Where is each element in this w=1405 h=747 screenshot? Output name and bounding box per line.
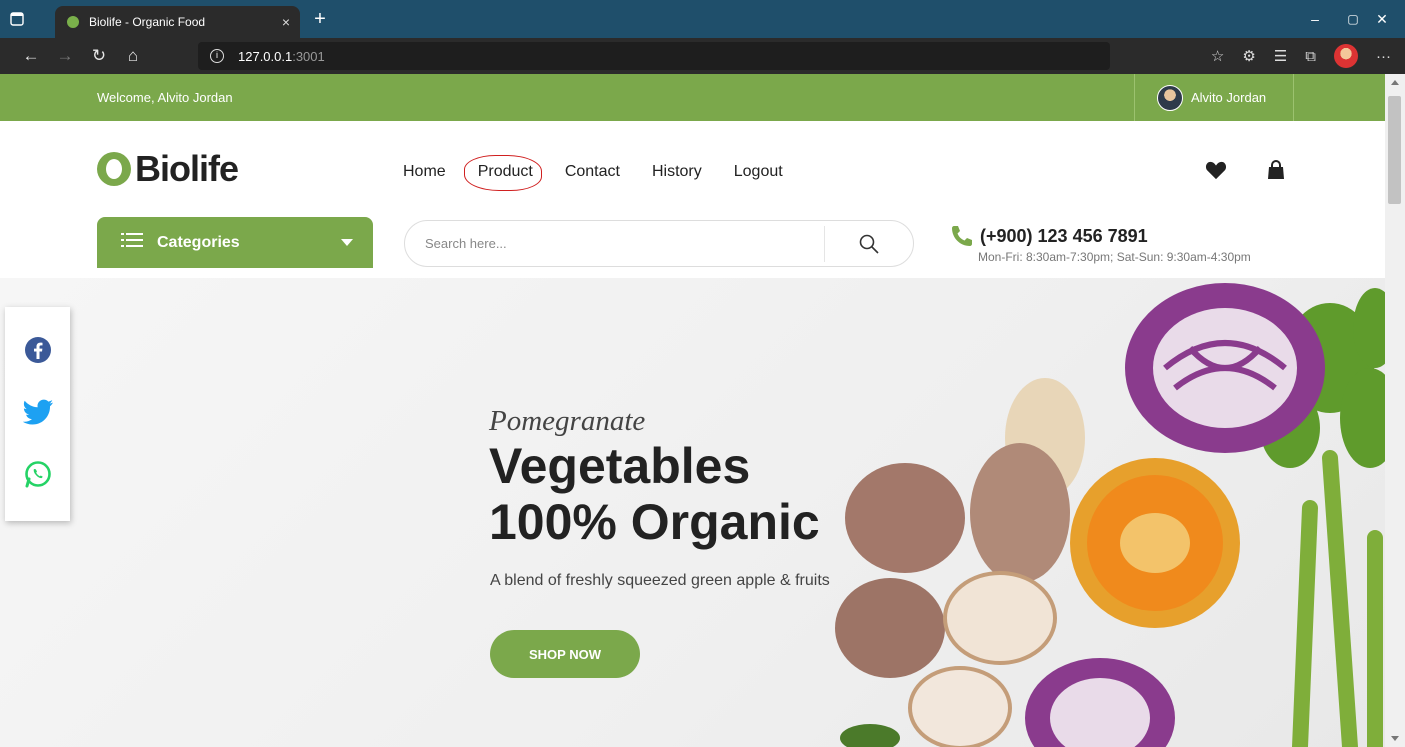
tab-close-icon[interactable]: ×: [282, 14, 290, 30]
search-button[interactable]: [825, 234, 913, 254]
favorites-add-icon[interactable]: ☆: [1211, 47, 1224, 65]
shop-now-button[interactable]: SHOP NOW: [490, 630, 640, 678]
browser-tab[interactable]: Biolife - Organic Food ×: [55, 6, 300, 38]
hero-kicker: Pomegranate: [489, 405, 646, 437]
profile-avatar-icon[interactable]: [1334, 44, 1358, 68]
url-port: :3001: [292, 48, 325, 64]
more-menu-icon[interactable]: ···: [1376, 48, 1391, 65]
extensions-icon[interactable]: ⚙: [1242, 47, 1255, 65]
nav-home[interactable]: Home: [403, 163, 446, 181]
vegetables-image: [835, 283, 1385, 747]
phone-number: (+900) 123 456 7891: [980, 225, 1148, 246]
nav-product[interactable]: Product: [463, 155, 542, 191]
page-scrollbar[interactable]: [1385, 74, 1405, 747]
whatsapp-icon[interactable]: [24, 460, 52, 493]
list-icon: [121, 232, 143, 253]
collections-icon[interactable]: ⧉: [1305, 48, 1316, 65]
nav-history[interactable]: History: [652, 163, 702, 181]
categories-label: Categories: [157, 233, 240, 251]
url-field[interactable]: i 127.0.0.1:3001: [198, 42, 1110, 70]
refresh-icon[interactable]: ↻: [82, 46, 116, 66]
forward-arrow-icon[interactable]: →: [48, 46, 82, 66]
facebook-icon[interactable]: [24, 336, 52, 369]
scroll-up-icon[interactable]: [1391, 80, 1399, 85]
scrollbar-thumb[interactable]: [1388, 96, 1401, 204]
new-tab-button[interactable]: +: [306, 8, 334, 31]
back-arrow-icon[interactable]: ←: [14, 46, 48, 66]
brand-name: Biolife: [135, 148, 239, 189]
nav-contact[interactable]: Contact: [565, 163, 620, 181]
search-icon: [859, 234, 879, 254]
hero-banner: Pomegranate Vegetables 100% Organic A bl…: [0, 278, 1385, 747]
nav-logout[interactable]: Logout: [734, 163, 783, 181]
browser-address-bar: ← → ↻ ⌂ i 127.0.0.1:3001 ☆ ⚙ ☰ ⧉ ···: [0, 38, 1405, 74]
hero-subtitle: A blend of freshly squeezed green apple …: [490, 572, 830, 589]
brand-logo[interactable]: Biolife: [97, 148, 239, 190]
hero-title-line-1: Vegetables: [489, 438, 751, 494]
site-info-icon[interactable]: i: [210, 49, 224, 63]
user-menu[interactable]: Alvito Jordan: [1134, 74, 1294, 121]
phone-icon: [952, 226, 972, 246]
social-share-bar: [5, 307, 70, 521]
opening-hours: Mon-Fri: 8:30am-7:30pm; Sat-Sun: 9:30am-…: [978, 250, 1251, 264]
welcome-strip: Welcome, Alvito Jordan Alvito Jordan: [0, 74, 1385, 121]
contact-info: (+900) 123 456 7891 Mon-Fri: 8:30am-7:30…: [950, 224, 1251, 264]
hero-title: Vegetables 100% Organic: [489, 438, 820, 550]
wishlist-heart-icon[interactable]: [1205, 160, 1227, 180]
tab-actions-icon[interactable]: [0, 0, 34, 38]
welcome-text: Welcome, Alvito Jordan: [97, 90, 233, 105]
main-nav: Home Product Contact History Logout: [403, 155, 783, 191]
home-icon[interactable]: ⌂: [116, 46, 150, 66]
close-window-button[interactable]: ✕: [1359, 0, 1405, 38]
search-bar: [404, 220, 914, 267]
caret-down-icon: [341, 239, 353, 246]
biolife-favicon-icon: [65, 14, 81, 30]
user-avatar: [1157, 84, 1183, 111]
user-name: Alvito Jordan: [1191, 90, 1267, 105]
hero-title-line-2: 100% Organic: [489, 494, 820, 550]
search-input[interactable]: [405, 236, 824, 251]
twitter-icon[interactable]: [22, 399, 53, 430]
scroll-down-icon[interactable]: [1391, 736, 1399, 741]
shopping-bag-icon[interactable]: [1267, 160, 1285, 180]
categories-dropdown[interactable]: Categories: [97, 217, 373, 268]
leaf-logo-icon: [97, 152, 131, 186]
url-host: 127.0.0.1: [238, 48, 293, 64]
tab-title: Biolife - Organic Food: [89, 15, 206, 29]
browser-tab-bar: Biolife - Organic Food × + – ▢ ✕: [0, 0, 1405, 38]
favorites-icon[interactable]: ☰: [1274, 47, 1287, 65]
